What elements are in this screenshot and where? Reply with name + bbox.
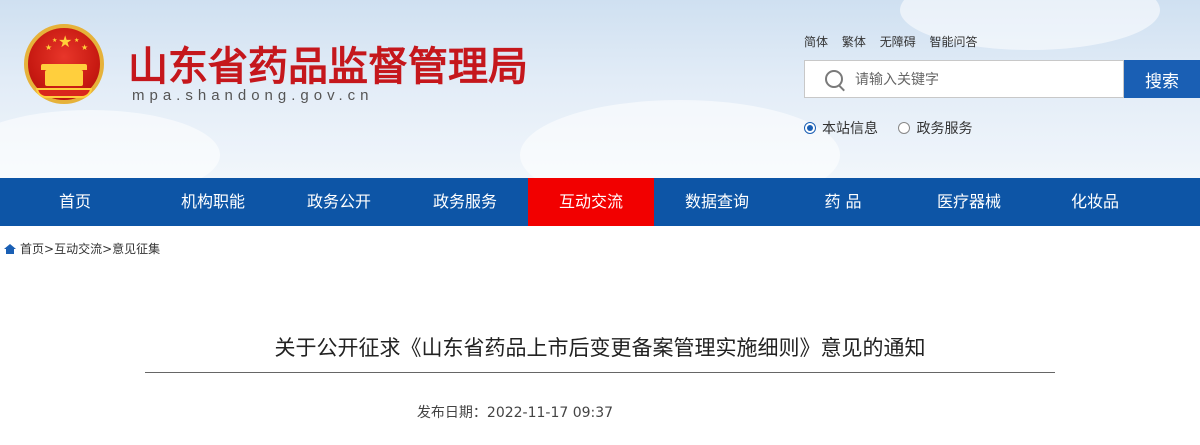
search-button[interactable]: 搜索 xyxy=(1124,60,1200,98)
simplified-chinese-link[interactable]: 简体 xyxy=(804,35,828,49)
article-title: 关于公开征求《山东省药品上市后变更备案管理实施细则》意见的通知 xyxy=(274,336,926,360)
breadcrumb: 首页 > 互动交流 > 意见征集 xyxy=(4,240,160,257)
search-scope: 本站信息 政务服务 xyxy=(804,118,988,138)
breadcrumb-separator: > xyxy=(102,241,113,256)
nav-item-organization[interactable]: 机构职能 xyxy=(150,178,276,226)
nav-item-home[interactable]: 首页 xyxy=(0,178,150,226)
nav-item-interaction[interactable]: 互动交流 xyxy=(528,178,654,226)
nav-item-gov-affairs[interactable]: 政务公开 xyxy=(276,178,402,226)
cloud-decoration xyxy=(520,100,840,178)
nav-item-data-query[interactable]: 数据查询 xyxy=(654,178,780,226)
site-title[interactable]: 山东省药品监督管理局 xyxy=(128,34,528,92)
nav-item-gov-service[interactable]: 政务服务 xyxy=(402,178,528,226)
scope-label: 政务服务 xyxy=(916,121,973,137)
breadcrumb-current[interactable]: 意见征集 xyxy=(112,240,160,257)
publish-date: 发布日期：2022-11-17 09:37 xyxy=(416,405,614,421)
radio-selected-icon xyxy=(804,122,816,134)
search-box xyxy=(804,60,1124,98)
radio-unselected-icon xyxy=(898,122,911,134)
breadcrumb-separator: > xyxy=(44,241,55,256)
main-nav: 首页 机构职能 政务公开 政务服务 互动交流 数据查询 药 品 医疗器械 化妆品 xyxy=(0,178,1200,226)
smart-qa-link[interactable]: 智能问答 xyxy=(930,35,978,49)
nav-item-medical-devices[interactable]: 医疗器械 xyxy=(906,178,1032,226)
site-header: ★ ★ ★ ★ ★ 山东省药品监督管理局 mpa.shandong.gov.cn… xyxy=(0,0,1200,178)
breadcrumb-interaction[interactable]: 互动交流 xyxy=(54,240,102,257)
scope-site-info-radio[interactable]: 本站信息 xyxy=(804,118,878,138)
nav-item-cosmetics[interactable]: 化妆品 xyxy=(1032,178,1158,226)
breadcrumb-home[interactable]: 首页 xyxy=(20,240,44,257)
home-icon xyxy=(4,243,16,254)
site-url: mpa.shandong.gov.cn xyxy=(132,87,374,104)
national-emblem-icon[interactable]: ★ ★ ★ ★ ★ xyxy=(24,24,104,104)
accessibility-link[interactable]: 无障碍 xyxy=(880,35,916,49)
cloud-decoration xyxy=(0,110,220,178)
traditional-chinese-link[interactable]: 繁体 xyxy=(842,35,866,49)
scope-gov-service-radio[interactable]: 政务服务 xyxy=(898,118,972,138)
search-input[interactable] xyxy=(853,69,1117,91)
title-divider xyxy=(145,372,1055,373)
scope-label: 本站信息 xyxy=(822,121,878,137)
nav-item-drugs[interactable]: 药 品 xyxy=(780,178,906,226)
search-icon xyxy=(825,70,843,88)
utility-links: 简体 繁体 无障碍 智能问答 xyxy=(804,33,988,50)
